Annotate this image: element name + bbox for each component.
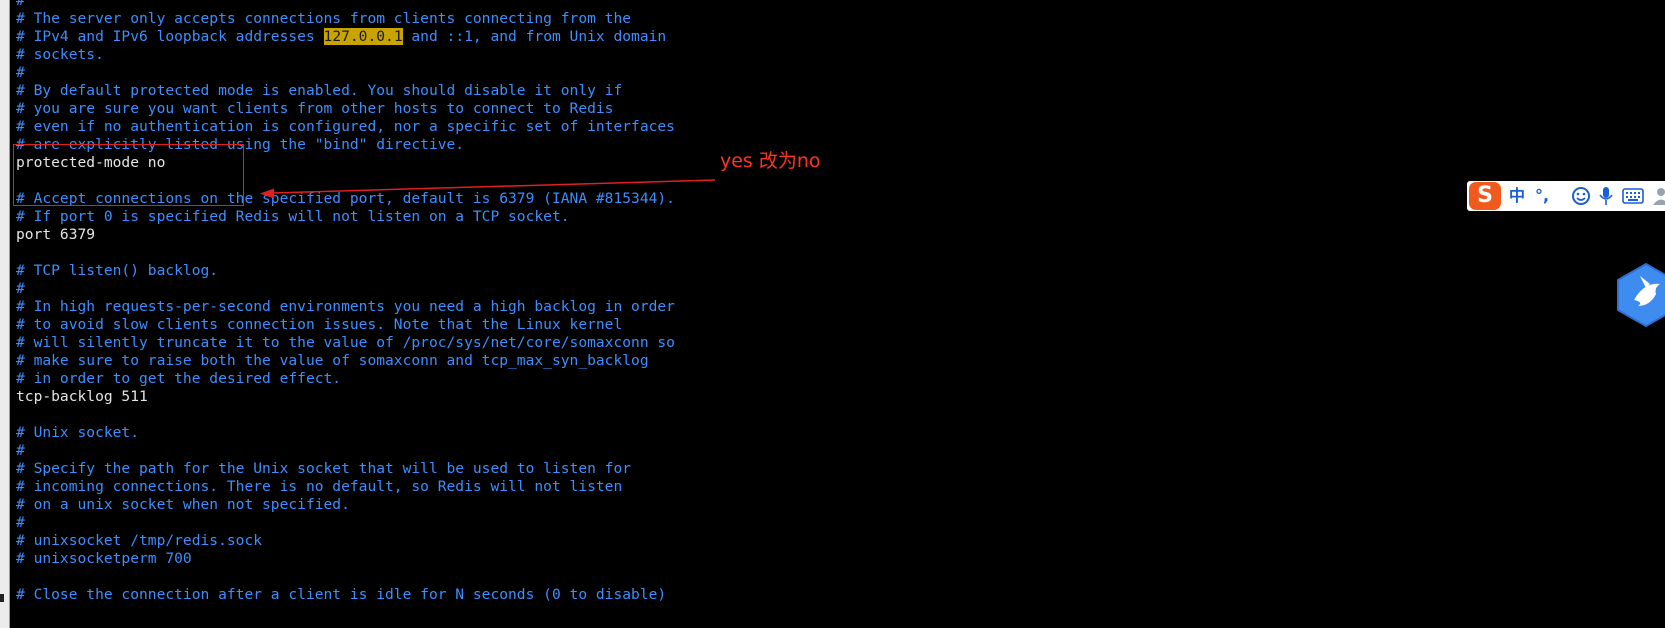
ime-chinese-mode[interactable]: 中 xyxy=(1509,184,1525,208)
user-icon[interactable] xyxy=(1651,186,1665,210)
ime-toolbar[interactable]: S 中 °, xyxy=(1467,181,1665,211)
assistant-bird-icon[interactable] xyxy=(1616,262,1665,328)
annotation-label: yes 改为no xyxy=(720,150,821,172)
annotation-arrow xyxy=(260,179,716,199)
emoji-icon[interactable] xyxy=(1571,186,1591,210)
keyboard-icon[interactable] xyxy=(1622,188,1644,211)
ime-punctuation-mode[interactable]: °, xyxy=(1535,184,1549,208)
sogou-logo-icon[interactable]: S xyxy=(1469,182,1501,210)
microphone-icon[interactable] xyxy=(1598,186,1614,210)
